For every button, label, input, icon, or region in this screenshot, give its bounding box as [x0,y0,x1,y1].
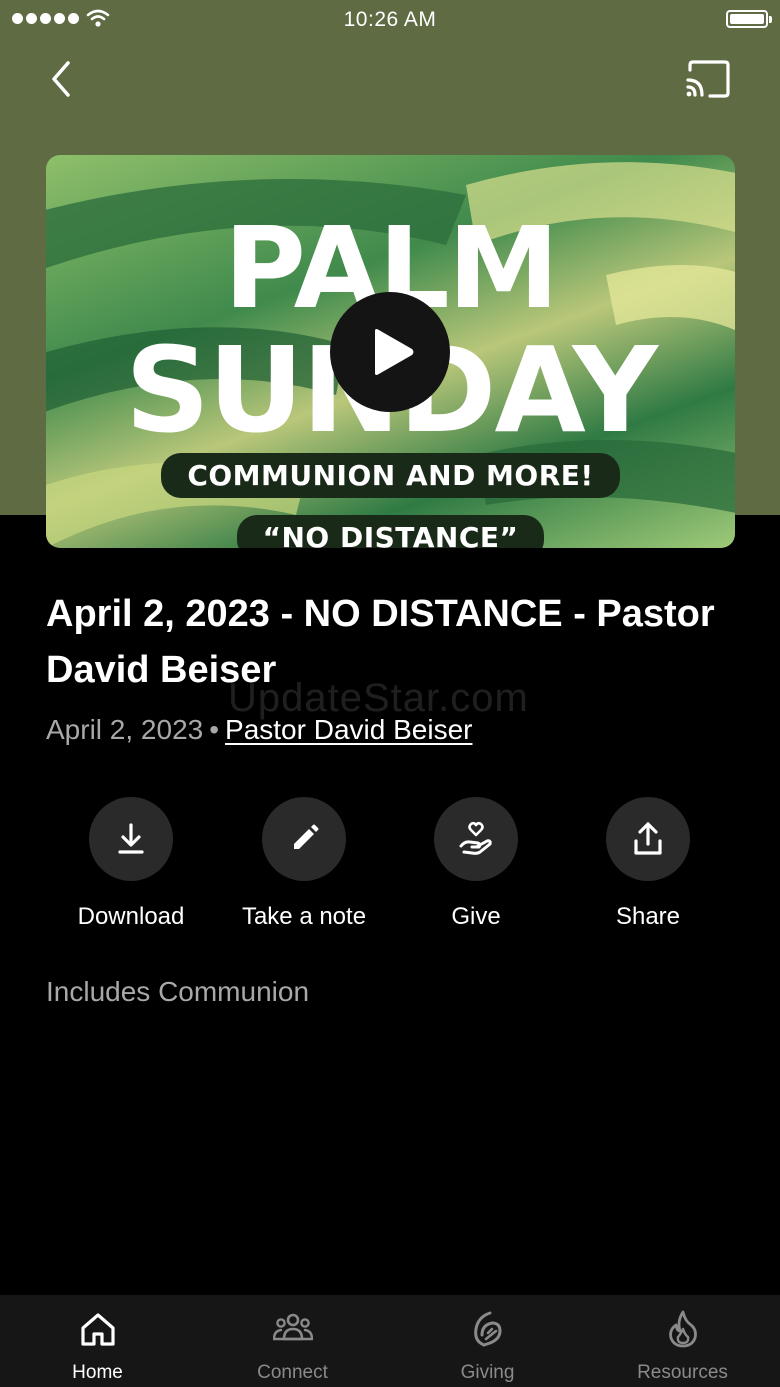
download-button-circle [89,797,173,881]
sermon-date: April 2, 2023 [46,714,204,745]
tab-connect[interactable]: Connect [195,1295,390,1387]
heart-hand-icon [459,821,492,855]
people-icon [273,1313,313,1341]
tab-home-label: Home [72,1362,123,1383]
take-note-button-circle [262,797,346,881]
tab-giving-label: Giving [460,1362,515,1383]
give-button-circle [434,797,518,881]
play-icon [375,329,414,375]
hero-subtitle: COMMUNION AND MORE! [161,453,620,498]
status-time: 10:26 AM [343,8,437,31]
chevron-left-icon [52,61,70,97]
sermon-artwork: PALM SUNDAY COMMUNION AND MORE! “NO DIST… [46,155,735,548]
share-label: Share [615,903,681,930]
tab-giving[interactable]: Giving [390,1295,585,1387]
status-bar: 10:26 AM [0,0,780,40]
flame-icon [669,1310,697,1348]
take-note-label: Take a note [241,903,367,930]
tab-connect-label: Connect [257,1362,328,1383]
sermon-description: Includes Communion [46,976,310,1007]
download-button[interactable]: Download [45,797,217,931]
share-button[interactable]: Share [562,797,734,931]
action-row: Download Take a note Give Share [0,797,780,937]
tab-resources[interactable]: Resources [585,1295,780,1387]
download-icon [118,823,144,854]
tab-home[interactable]: Home [0,1295,195,1387]
back-button[interactable] [40,55,84,103]
speaker-link[interactable]: Pastor David Beiser [225,714,472,745]
take-note-button[interactable]: Take a note [218,797,390,931]
cast-icon [686,60,730,98]
give-label: Give [451,903,501,930]
share-button-circle [606,797,690,881]
sermon-meta: April 2, 2023 • Pastor David Beiser [46,714,472,746]
hero-series-title: “NO DISTANCE” [236,515,545,548]
share-icon [634,822,662,855]
home-icon [81,1313,115,1346]
battery-icon [726,10,772,28]
tab-bar: Home Connect Giving Resources [0,1295,780,1387]
cast-button[interactable] [684,58,734,102]
play-button[interactable] [330,292,450,412]
meta-separator: • [209,714,220,745]
download-label: Download [77,903,185,930]
give-button[interactable]: Give [390,797,562,931]
pencil-icon [294,824,319,849]
tab-resources-label: Resources [637,1362,728,1383]
giving-icon [474,1311,502,1347]
